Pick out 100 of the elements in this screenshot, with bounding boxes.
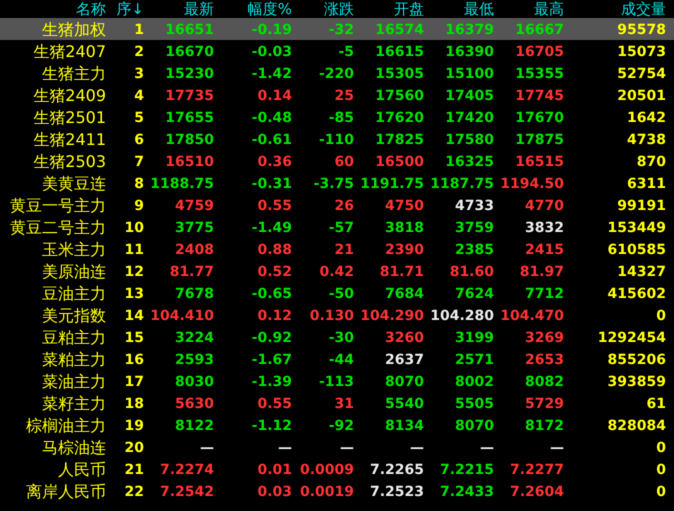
table-cell-text: 7 [133,152,145,172]
table-cell-text: 8082 [524,372,565,392]
table-cell-text: 870 [636,152,667,172]
table-cell-text: 0.88 [256,240,293,260]
table-cell-text: 13 [124,284,145,304]
table-cell-text: 0 [655,482,667,502]
table-cell-text: — [479,438,495,458]
table-cell-text: -92 [328,416,355,436]
table-cell-text: 6 [133,130,145,150]
table-cell-text: 15 [124,328,145,348]
table-cell-text: 马棕油连 [41,437,107,459]
column-header[interactable]: 成交量 [566,0,668,18]
table-cell-text: 8172 [524,416,565,436]
table-cell-text: -113 [318,372,355,392]
table-cell-text: -1.39 [250,372,293,392]
table-cell-text: 14327 [616,262,667,282]
table-cell-text: -32 [328,20,355,40]
table-cell-text: 15073 [616,42,667,62]
table-cell-text: 16 [124,350,145,370]
table-cell-text: 4770 [524,196,565,216]
table-cell-text: 3775 [174,218,215,238]
table-cell-text: 16390 [444,42,495,62]
table-cell-text: 1642 [626,108,667,128]
table-cell-text: 8122 [174,416,215,436]
table-cell-text: 1292454 [596,328,667,348]
table-cell-text: 生猪加权 [41,19,107,41]
table-cell-text: 20501 [616,86,667,106]
table-cell-text: — [549,438,565,458]
column-header[interactable]: 最低 [426,0,496,18]
table-cell-text: 7678 [174,284,215,304]
table-cell-text: 17850 [164,130,215,150]
column-header[interactable]: 开盘 [356,0,426,18]
table-cell-text: 17580 [444,130,495,150]
table-cell-text: 16670 [164,42,215,62]
table-cell-text: — [339,438,355,458]
table-cell-text: 2637 [384,350,425,370]
table-cell-text: -0.48 [250,108,293,128]
table-cell-text: 0.55 [256,196,293,216]
table-cell-text: 17620 [374,108,425,128]
table-cell-text: 4 [133,86,145,106]
table-cell-text: 0.01 [256,460,293,480]
table-cell-text: 26 [334,196,355,216]
table-cell-text: 生猪主力 [41,63,107,85]
table-cell-text: -110 [318,130,355,150]
column-header[interactable]: 涨跌 [294,0,356,18]
column-header[interactable]: 最高 [496,0,566,18]
table-cell-text: 81.77 [168,262,215,282]
table-cell-text: 黄豆二号主力 [9,217,107,239]
table-cell-text: 17875 [514,130,565,150]
table-cell-text: 17 [124,372,145,392]
table-cell-text: 0.0009 [298,460,355,480]
table-cell-text: 2390 [384,240,425,260]
table-cell-text: 1191.75 [359,174,425,194]
table-cell-text: 415602 [606,284,667,304]
column-header[interactable]: 名称 [0,0,108,18]
table-cell-text: 黄豆一号主力 [9,195,107,217]
column-header[interactable]: 幅度% [216,0,294,18]
table-cell-text: 0.03 [256,482,293,502]
table-cell-text: 8 [133,174,145,194]
table-cell-text: 52754 [616,64,667,84]
table-cell-text: 7.2433 [438,482,495,502]
table-cell-text: 菜油主力 [41,371,107,393]
table-cell-text: 7624 [454,284,495,304]
table-cell-text: 21 [124,460,145,480]
table-cell-text: 3832 [524,218,565,238]
column-header[interactable]: 最新 [146,0,216,18]
table-cell-text: -0.03 [250,42,293,62]
table-cell-text: 16500 [374,152,425,172]
table-cell-text: 7.2604 [508,482,565,502]
table-cell-text: 16510 [164,152,215,172]
table-cell-text: 610585 [606,240,667,260]
table-cell-text: 3224 [174,328,215,348]
table-cell-text: 5 [133,108,145,128]
table-cell-text: 0.0019 [298,482,355,502]
table-cell-text: 菜籽主力 [41,393,107,415]
table-cell-text: 7.2265 [368,460,425,480]
table-cell-text: 2415 [524,240,565,260]
table-row[interactable]: 生猪加权 1 16651 -0.19 -32 16574 16379 16667 95578 [0,18,674,40]
table-cell-text: 0.12 [256,306,293,326]
table-cell-text: — [409,438,425,458]
table-cell-text: 16325 [444,152,495,172]
table-cell-text: 0.130 [308,306,355,326]
table-cell-text: -1.67 [250,350,293,370]
table-cell-text: 4733 [454,196,495,216]
table-cell-text: 3199 [454,328,495,348]
table-cell-text: 17405 [444,86,495,106]
table-cell-text: -1.49 [250,218,293,238]
table-cell-text: 0.14 [256,86,293,106]
table-cell-text: 15355 [514,64,565,84]
table-cell-text: 17655 [164,108,215,128]
table-cell-text: 10 [124,218,145,238]
column-header[interactable]: 序↓ [108,0,146,18]
table-cell-text: 95578 [616,20,667,40]
table-cell-text: 0 [655,460,667,480]
table-cell-text: 7.2523 [368,482,425,502]
table-cell-text: 61 [646,394,667,414]
table-cell-text: 生猪2409 [32,85,107,107]
table-cell-text: 1187.75 [429,174,495,194]
table-cell-text: 3759 [454,218,495,238]
table-cell-text: 3818 [384,218,425,238]
